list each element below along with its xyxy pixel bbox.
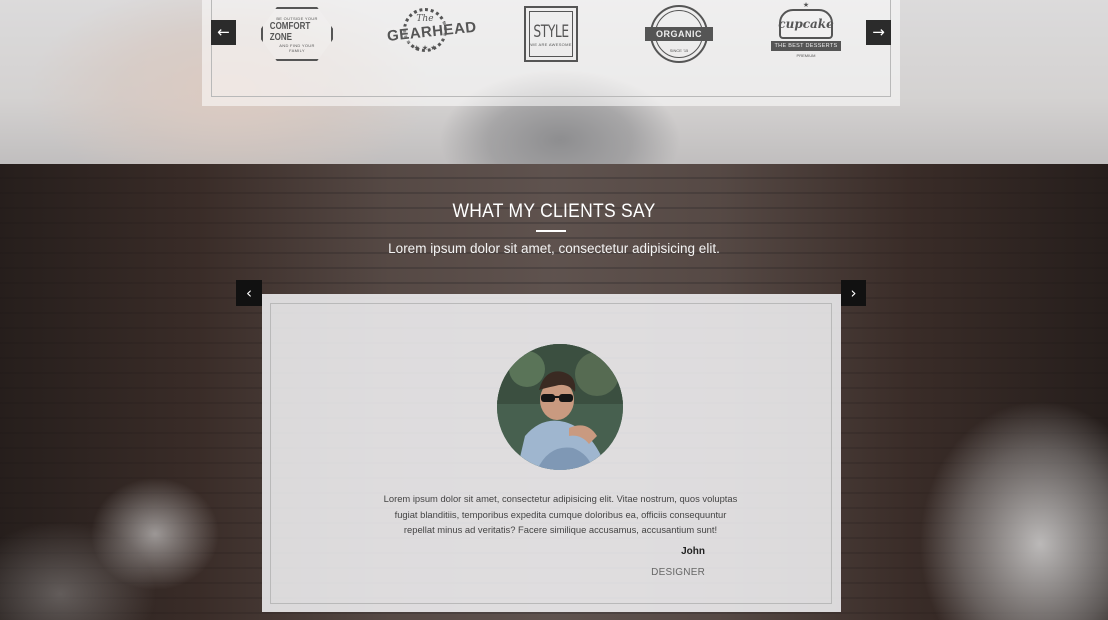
testimonial-author-role: DESIGNER	[651, 567, 705, 578]
stars-icon: ★ ★ ★	[413, 45, 437, 52]
client-logo-style[interactable]: STYLE WE ARE AWESOME	[522, 4, 580, 64]
testimonial-next-button[interactable]: ›	[841, 280, 866, 306]
testimonial-author-name: John	[681, 546, 705, 557]
cupcake-badge: ★ cupcake THE BEST DESSERTS PREMIUM	[769, 2, 843, 63]
client-logo-cupcake[interactable]: ★ cupcake THE BEST DESSERTS PREMIUM	[768, 2, 844, 64]
testimonial-prev-button[interactable]: ‹	[236, 280, 262, 306]
star-icon: ★	[802, 2, 810, 9]
client-logo-organic[interactable]: ORGANIC SINCE '15	[645, 4, 713, 64]
chevron-left-icon: ‹	[246, 283, 252, 302]
avatar-photo	[497, 344, 623, 470]
gearhead-badge: The GEARHEAD ★ ★ ★	[386, 6, 477, 62]
logos-prev-button[interactable]: ←	[211, 20, 236, 45]
section-subtitle: Lorem ipsum dolor sit amet, consectetur …	[388, 241, 720, 256]
testimonial-quote: Lorem ipsum dolor sit amet, consectetur …	[383, 493, 738, 535]
section-title: WHAT MY CLIENTS SAY	[452, 201, 656, 222]
title-divider	[536, 230, 566, 232]
comfort-zone-badge: BE OUTSIDE YOUR COMFORT ZONE AND FIND YO…	[261, 7, 333, 61]
avatar	[497, 344, 623, 470]
testimonial-card: Lorem ipsum dolor sit amet, consectetur …	[262, 294, 841, 612]
testimonials-section: WHAT MY CLIENTS SAY Lorem ipsum dolor si…	[0, 164, 1108, 620]
style-badge: STYLE WE ARE AWESOME	[524, 6, 578, 62]
logos-next-button[interactable]: →	[866, 20, 891, 45]
chevron-right-icon: ›	[850, 283, 857, 302]
testimonial-card-border: Lorem ipsum dolor sit amet, consectetur …	[270, 303, 832, 604]
organic-badge: ORGANIC SINCE '15	[645, 5, 713, 63]
arrow-right-icon: →	[872, 23, 885, 41]
client-logo-comfort-zone[interactable]: BE OUTSIDE YOUR COMFORT ZONE AND FIND YO…	[260, 4, 334, 64]
client-logo-gearhead[interactable]: The GEARHEAD ★ ★ ★	[386, 4, 477, 64]
arrow-left-icon: ←	[217, 23, 230, 41]
